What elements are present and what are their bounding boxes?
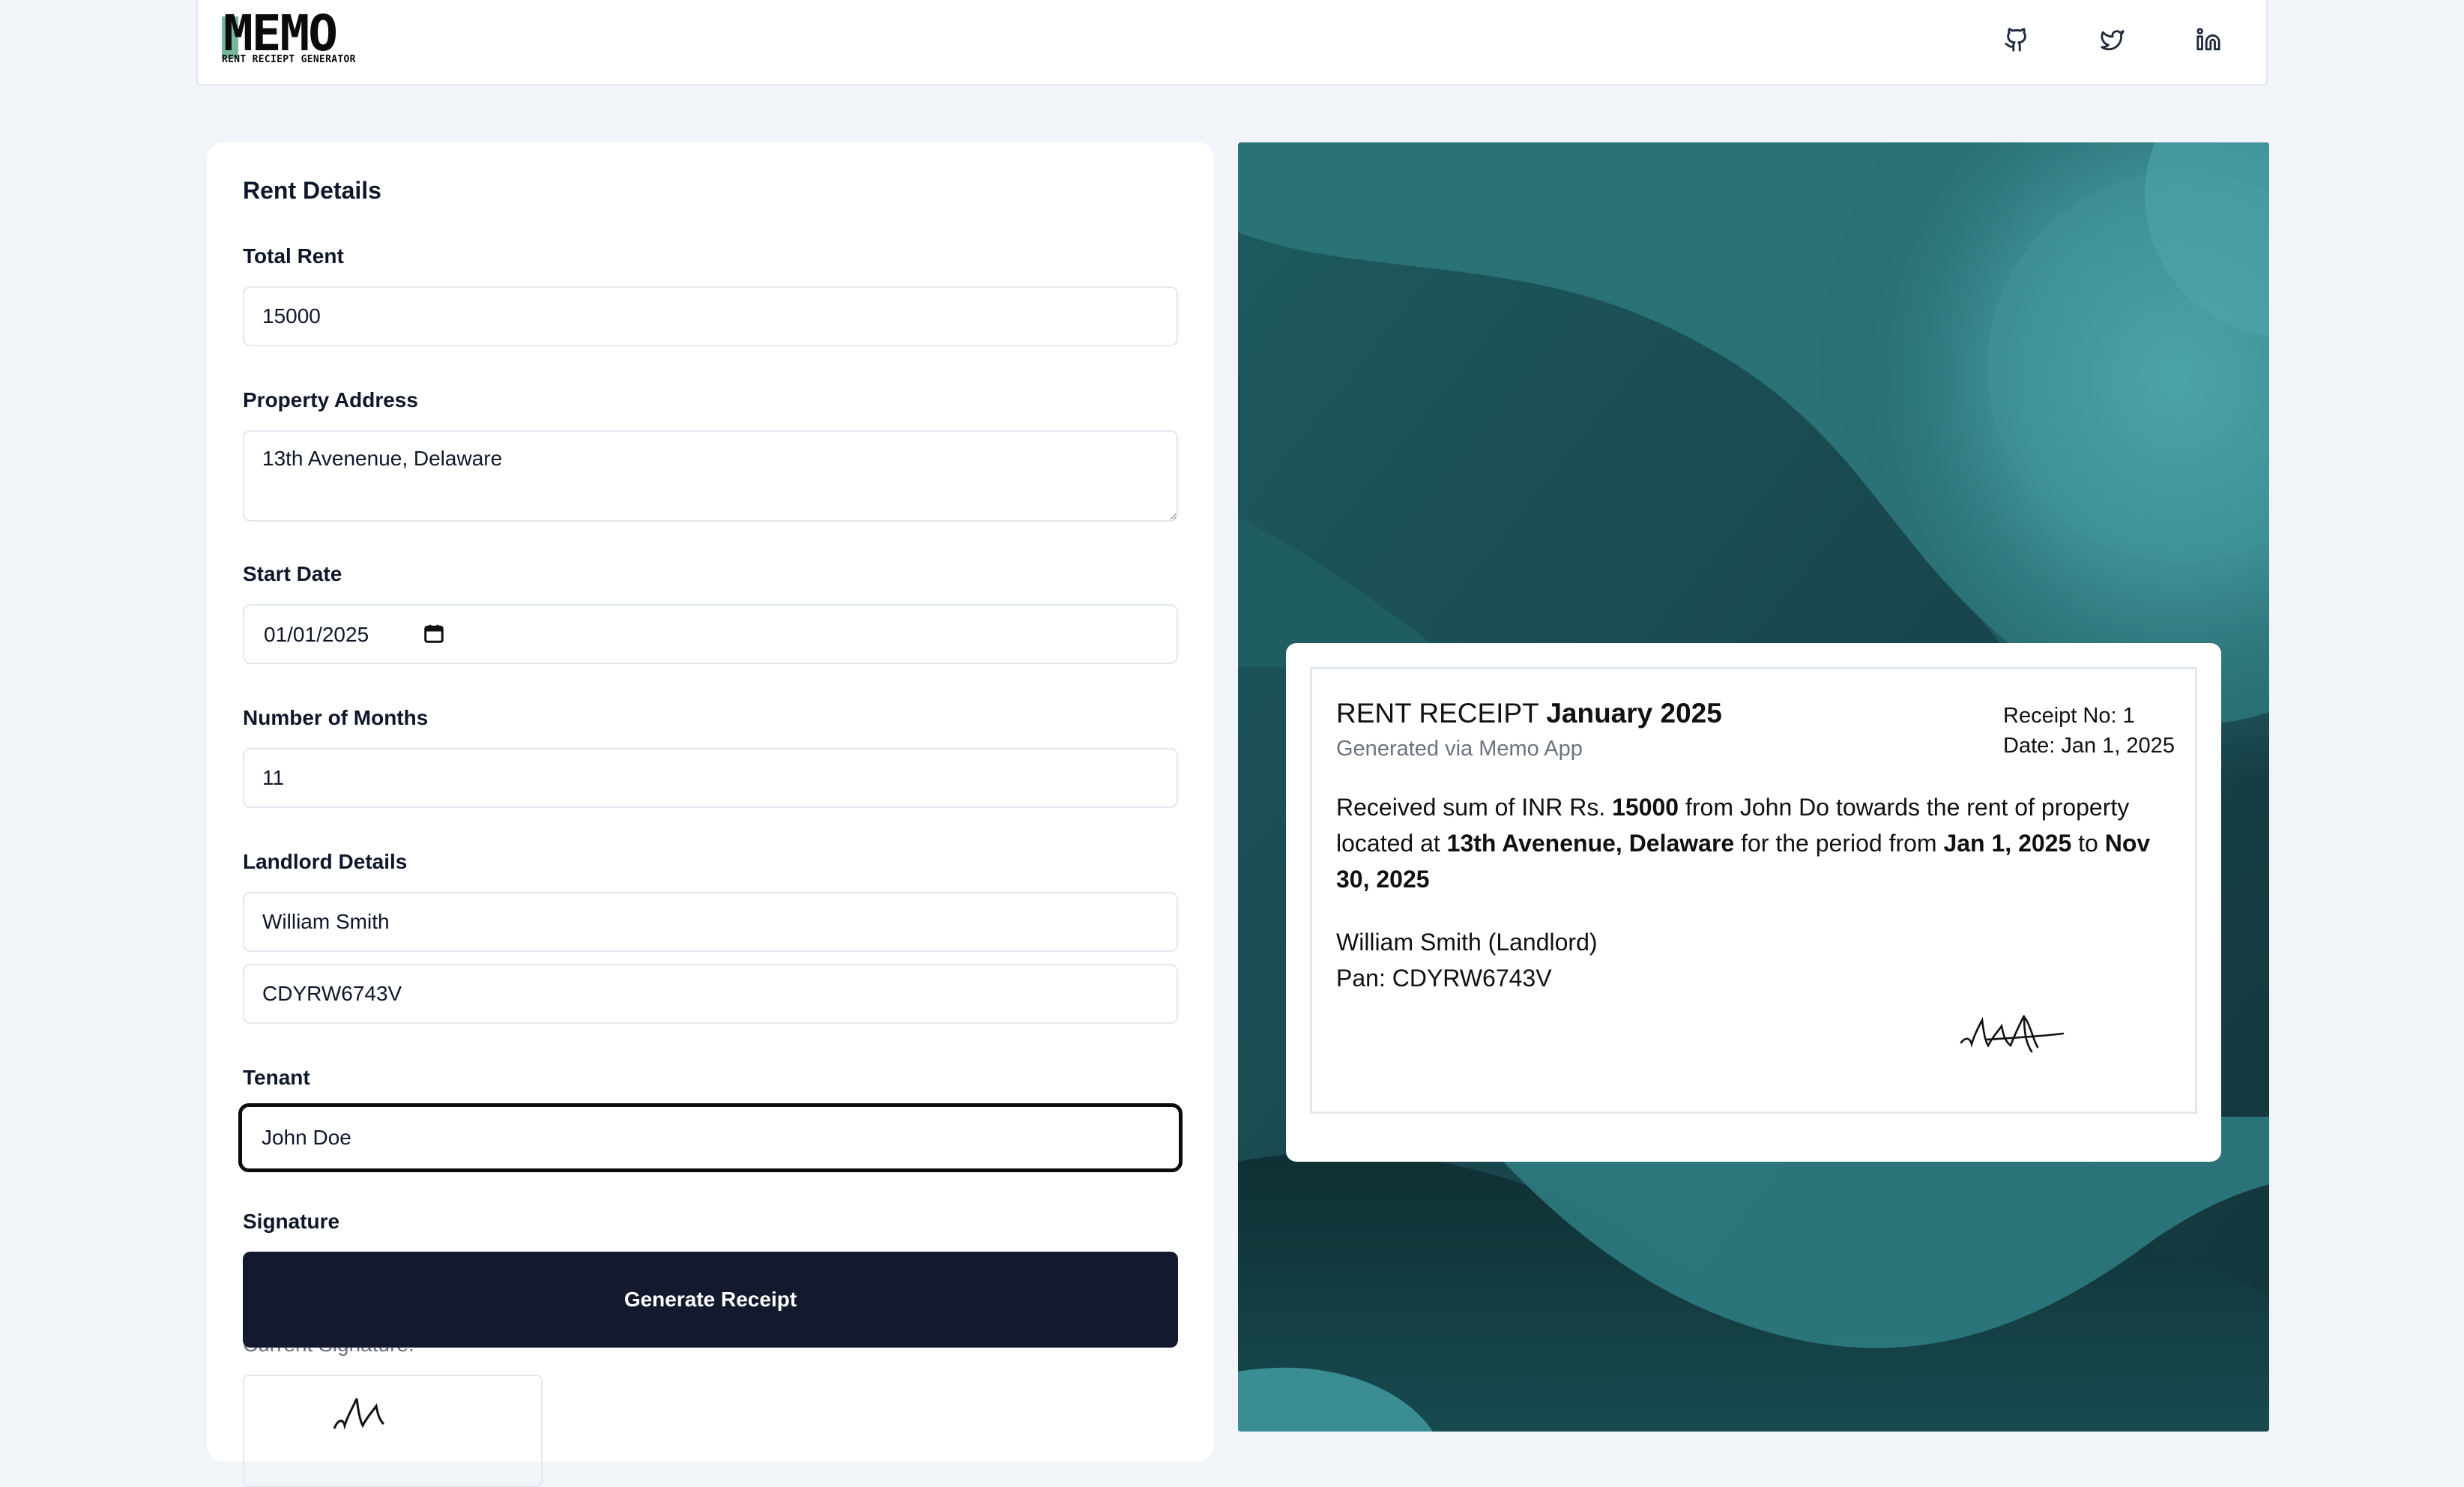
receipt-landlord-block: William Smith (Landlord) Pan: CDYRW6743V xyxy=(1336,924,1598,996)
receipt-body: Received sum of INR Rs. 15000 from John … xyxy=(1336,789,2175,897)
logo-word: MEMO xyxy=(223,4,338,62)
current-signature-preview xyxy=(243,1375,543,1487)
receipt-signature-image xyxy=(1960,1015,2065,1053)
property-address-label: Property Address xyxy=(243,388,418,411)
calendar-icon[interactable] xyxy=(423,622,445,645)
receipt-landlord-name: William Smith (Landlord) xyxy=(1336,929,1598,956)
start-date-label: Start Date xyxy=(243,562,342,585)
start-date-input[interactable]: 01/01/2025 xyxy=(243,604,1178,664)
total-rent-label: Total Rent xyxy=(243,244,344,268)
receipt-landlord-pan: Pan: CDYRW6743V xyxy=(1336,965,1552,992)
receipt-meta: Receipt No: 1 Date: Jan 1, 2025 xyxy=(2003,701,2175,761)
signature-label: Signature xyxy=(243,1210,340,1233)
memo-logo[interactable]: MEMO RENT RECIEPT GENERATOR xyxy=(222,9,381,67)
github-icon[interactable] xyxy=(1999,22,2034,57)
body-amount: 15000 xyxy=(1612,794,1679,821)
landlord-pan-input[interactable] xyxy=(243,964,1178,1024)
landlord-name-input[interactable] xyxy=(243,892,1178,952)
card-title: Rent Details xyxy=(243,177,381,204)
receipt-title: RENT RECEIPT January 2025 xyxy=(1336,698,1722,729)
receipt-date: Date: Jan 1, 2025 xyxy=(2003,734,2175,758)
months-input[interactable] xyxy=(243,748,1178,808)
tenant-input[interactable] xyxy=(238,1103,1183,1172)
receipt-generated-via: Generated via Memo App xyxy=(1336,737,1583,761)
body-text-3: for the period from xyxy=(1734,830,1944,857)
top-navbar: MEMO RENT RECIEPT GENERATOR xyxy=(196,0,2268,85)
receipt-title-month: January 2025 xyxy=(1546,698,1722,729)
start-date-value: 01/01/2025 xyxy=(264,623,369,646)
property-address-textarea[interactable]: 13th Avenenue, Delaware xyxy=(243,430,1178,522)
body-text-1: Received sum of INR Rs. xyxy=(1336,794,1613,821)
receipt-preview-panel: RENT RECEIPT January 2025 Generated via … xyxy=(1238,142,2269,1432)
body-text-4: to xyxy=(2071,830,2105,857)
generate-receipt-button[interactable]: Generate Receipt xyxy=(243,1252,1178,1348)
receipt-number: Receipt No: 1 xyxy=(2003,704,2135,728)
logo-subtitle: RENT RECIEPT GENERATOR xyxy=(222,54,356,65)
rent-details-card: Rent Details Total Rent Property Address… xyxy=(207,142,1214,1487)
receipt-card: RENT RECEIPT January 2025 Generated via … xyxy=(1286,643,2221,1162)
body-from-date: Jan 1, 2025 xyxy=(1943,830,2072,857)
twitter-icon[interactable] xyxy=(2095,22,2130,57)
receipt-frame: RENT RECEIPT January 2025 Generated via … xyxy=(1310,667,2197,1114)
landlord-details-label: Landlord Details xyxy=(243,850,408,873)
linkedin-icon[interactable] xyxy=(2191,22,2226,57)
body-address: 13th Avenenue, Delaware xyxy=(1446,830,1735,857)
total-rent-input[interactable] xyxy=(243,286,1178,346)
tenant-label: Tenant xyxy=(243,1066,310,1089)
months-label: Number of Months xyxy=(243,706,429,729)
receipt-title-prefix: RENT RECEIPT xyxy=(1336,698,1539,729)
